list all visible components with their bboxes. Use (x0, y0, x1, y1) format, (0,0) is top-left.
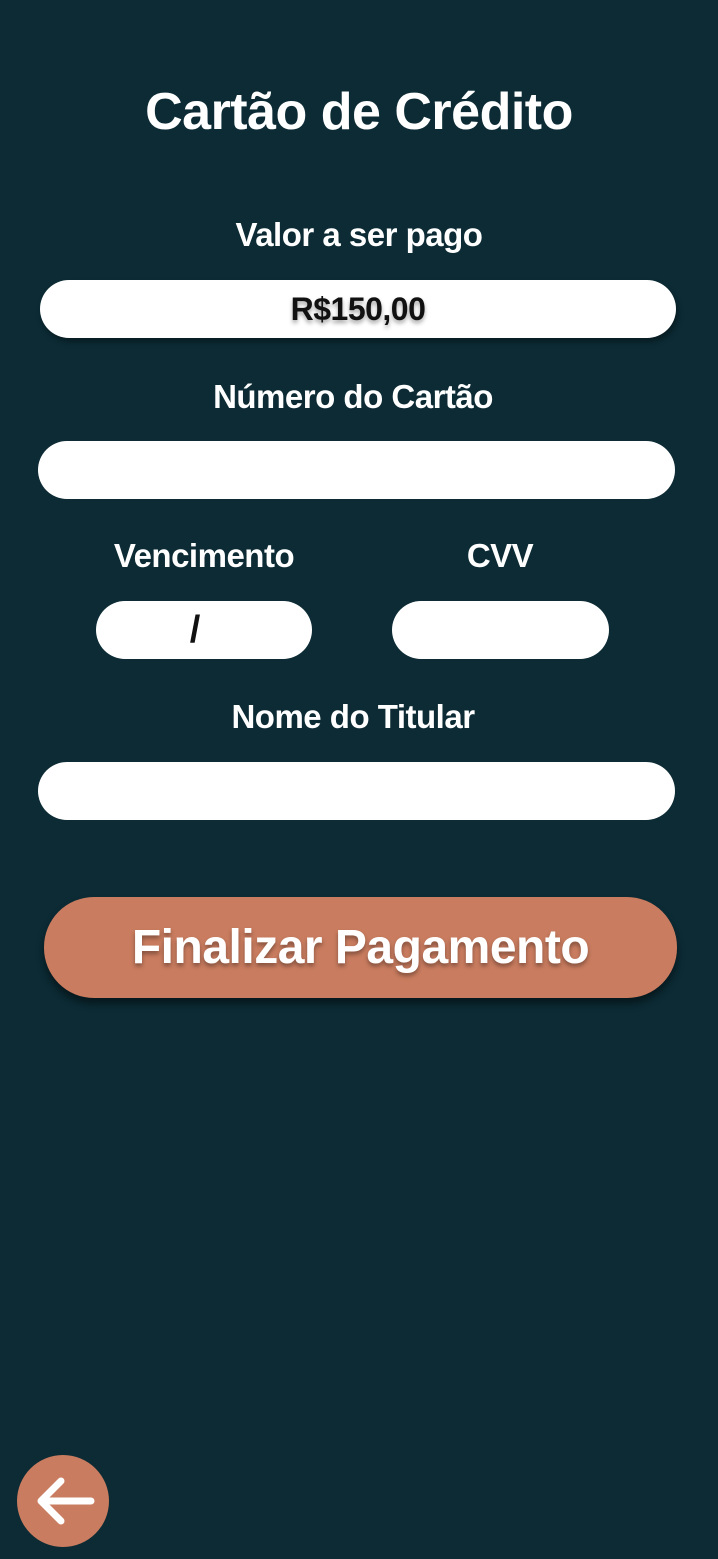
finalize-payment-button[interactable]: Finalizar Pagamento (44, 897, 677, 998)
amount-label: Valor a ser pago (235, 216, 483, 253)
cvv-label: CVV (466, 537, 534, 574)
card-number-input[interactable] (38, 441, 675, 499)
holder-name-label: Nome do Titular (231, 698, 475, 735)
arrow-left-icon (37, 1477, 95, 1525)
expiry-label: Vencimento (113, 537, 295, 574)
back-button[interactable] (17, 1455, 109, 1547)
expiry-input[interactable]: / (96, 601, 312, 659)
expiry-separator: / (189, 608, 201, 651)
amount-value: R$150,00 (290, 290, 426, 327)
card-number-label: Número do Cartão (213, 378, 493, 415)
page-title: Cartão de Crédito (145, 83, 573, 141)
cvv-input[interactable] (392, 601, 609, 659)
holder-name-input[interactable] (38, 762, 675, 820)
finalize-payment-label: Finalizar Pagamento (131, 921, 590, 974)
amount-field: R$150,00 (40, 280, 676, 338)
